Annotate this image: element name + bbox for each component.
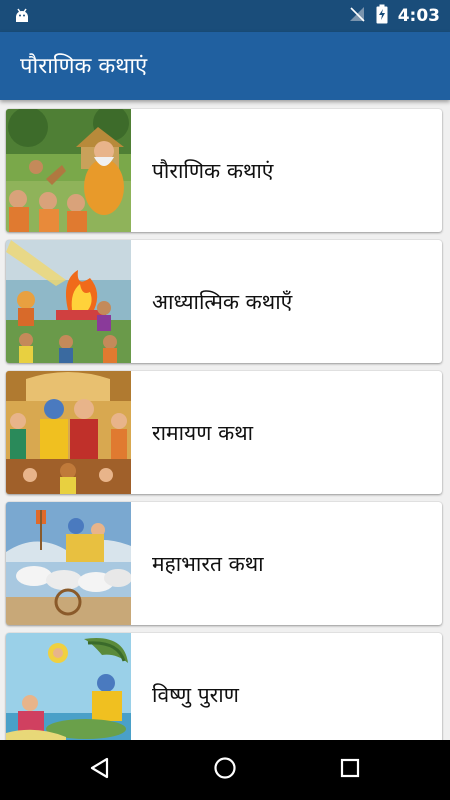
category-label: रामायण कथा	[152, 420, 254, 445]
battery-charging-icon	[376, 4, 388, 28]
category-card-adhyatmik-kathayen[interactable]: आध्यात्मिक कथाएँ	[6, 240, 442, 363]
recents-button[interactable]	[330, 750, 370, 790]
category-list[interactable]: पौराणिक कथाएं आध्यात्मिक कथाएँ रामायण कथ…	[0, 100, 450, 740]
sacred-fire-thumbnail	[6, 240, 131, 363]
home-icon	[213, 756, 237, 784]
ram-darbar-thumbnail	[6, 371, 131, 494]
category-card-ramayan-katha[interactable]: रामायण कथा	[6, 371, 442, 494]
page-title: पौराणिक कथाएं	[20, 54, 148, 79]
category-label: पौराणिक कथाएं	[152, 158, 274, 183]
sage-teaching-thumbnail	[6, 109, 131, 232]
system-navigation-bar	[0, 740, 450, 800]
back-button[interactable]	[80, 750, 120, 790]
android-notification-icon	[12, 6, 32, 26]
category-label: विष्णु पुराण	[152, 682, 239, 707]
category-label: महाभारत कथा	[152, 551, 264, 576]
home-button[interactable]	[205, 750, 245, 790]
back-icon	[88, 756, 112, 784]
category-card-pauranik-kathayen[interactable]: पौराणिक कथाएं	[6, 109, 442, 232]
category-card-vishnu-puran[interactable]: विष्णु पुराण	[6, 633, 442, 740]
no-signal-icon	[348, 5, 366, 27]
category-card-mahabharat-katha[interactable]: महाभारत कथा	[6, 502, 442, 625]
recents-icon	[338, 756, 362, 784]
krishna-arjuna-chariot-thumbnail	[6, 502, 131, 625]
status-clock: 4:03	[397, 6, 440, 26]
vishnu-sheshnag-thumbnail	[6, 633, 131, 740]
status-bar: 4:03	[0, 0, 450, 32]
app-bar: पौराणिक कथाएं	[0, 32, 450, 100]
category-label: आध्यात्मिक कथाएँ	[152, 289, 293, 314]
